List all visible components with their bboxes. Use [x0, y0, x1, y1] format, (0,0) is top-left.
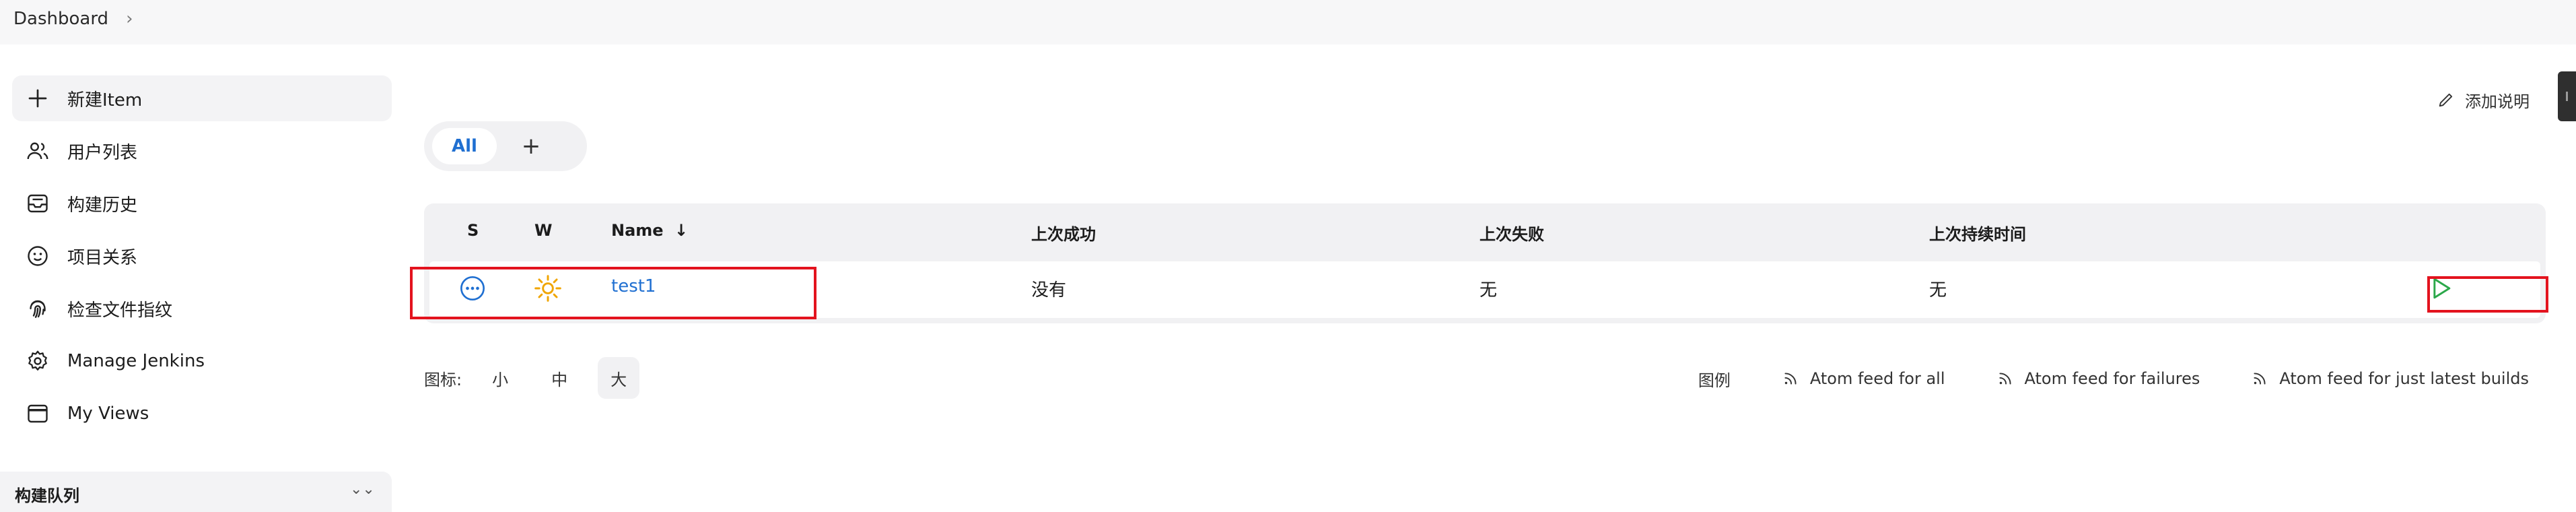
last-duration-value: 无	[1929, 280, 1947, 300]
header-last-failure[interactable]: 上次失败	[1480, 221, 1544, 245]
last-failure-value: 无	[1480, 280, 1498, 300]
inbox-icon	[28, 194, 48, 213]
atom-feed-latest[interactable]: Atom feed for just latest builds	[2251, 369, 2529, 388]
icon-size-large[interactable]: 大	[598, 357, 640, 399]
atom-feed-all-label: Atom feed for all	[1809, 369, 1945, 388]
sort-arrow-icon: ↓	[674, 221, 689, 240]
sidebar-item-my-views[interactable]: My Views	[12, 391, 392, 437]
add-description-label: 添加说明	[2465, 92, 2530, 111]
footer-links: 图例 Atom feed for all Atom feed for failu…	[1698, 364, 2529, 393]
gear-icon	[28, 350, 47, 371]
sidebar-item-label: Manage Jenkins	[67, 351, 205, 371]
breadcrumb-dashboard[interactable]: Dashboard	[13, 9, 108, 29]
header-last-success[interactable]: 上次成功	[1031, 221, 1096, 245]
side-panel-handle[interactable]	[2558, 71, 2576, 121]
last-success-value: 没有	[1031, 280, 1067, 300]
sidebar-item-users[interactable]: 用户列表	[12, 128, 392, 174]
rss-icon	[2254, 373, 2266, 385]
highlight-box-job	[410, 267, 816, 319]
atom-feed-failures[interactable]: Atom feed for failures	[1996, 369, 2200, 388]
sidebar-item-build-history[interactable]: 构建历史	[12, 181, 392, 226]
sidebar-item-manage-jenkins[interactable]: Manage Jenkins	[12, 338, 392, 384]
view-tabs: All +	[424, 121, 587, 171]
pencil-icon	[2439, 93, 2453, 107]
header-weather[interactable]: W	[534, 221, 552, 240]
sidebar-item-fingerprint[interactable]: 检查文件指纹	[12, 286, 392, 331]
chevron-right-icon[interactable]: ›	[126, 9, 133, 29]
sidebar-item-label: 项目关系	[67, 247, 138, 268]
header-status[interactable]: S	[467, 221, 479, 240]
add-description-link[interactable]: 添加说明	[2437, 86, 2530, 113]
legend-link[interactable]: 图例	[1698, 367, 1731, 391]
build-queue-panel: 构建队列 ⌄⌄	[0, 472, 392, 512]
header-name-label: Name	[611, 221, 664, 240]
sidebar-item-label: 构建历史	[67, 195, 138, 216]
rss-icon	[1998, 373, 2011, 385]
breadcrumb: Dashboard ›	[13, 4, 133, 34]
breadcrumb-bar: Dashboard ›	[0, 0, 2576, 44]
add-view-button[interactable]: +	[513, 128, 549, 164]
atom-feed-all[interactable]: Atom feed for all	[1782, 369, 1945, 388]
icon-size-small[interactable]: 小	[479, 357, 521, 399]
header-name[interactable]: Name ↓	[611, 221, 688, 240]
highlight-box-build	[2427, 276, 2548, 313]
relationship-icon	[28, 246, 48, 266]
atom-feed-failures-label: Atom feed for failures	[2024, 369, 2200, 388]
plus-icon	[28, 89, 47, 108]
sidebar-item-new-item[interactable]: 新建Item	[12, 75, 392, 121]
atom-feed-latest-label: Atom feed for just latest builds	[2279, 369, 2529, 388]
sidebar-item-label: 新建Item	[67, 90, 143, 110]
build-queue-title: 构建队列	[15, 486, 79, 505]
header-last-duration[interactable]: 上次持续时间	[1929, 221, 2026, 245]
sidebar-item-label: 检查文件指纹	[67, 300, 173, 321]
sidebar-item-label: 用户列表	[67, 142, 138, 163]
icon-size-label: 图标:	[424, 370, 462, 389]
tab-all[interactable]: All	[432, 128, 497, 164]
rss-icon	[1784, 373, 1797, 385]
icon-size-medium[interactable]: 中	[538, 357, 580, 399]
sidebar: 新建Item 用户列表 构建历史 项目关系 检查文件指纹 Manage Jenk…	[12, 75, 392, 443]
users-icon	[27, 142, 48, 160]
sidebar-item-project-relationship[interactable]: 项目关系	[12, 233, 392, 279]
fingerprint-icon	[30, 300, 46, 318]
collapse-icon[interactable]: ⌄⌄	[350, 481, 375, 498]
window-icon	[28, 404, 48, 423]
icon-size-selector: 图标: 小 中 大	[424, 357, 640, 399]
sidebar-item-label: My Views	[67, 404, 149, 424]
table-header: S W Name ↓ 上次成功 上次失败 上次持续时间	[424, 203, 2546, 261]
